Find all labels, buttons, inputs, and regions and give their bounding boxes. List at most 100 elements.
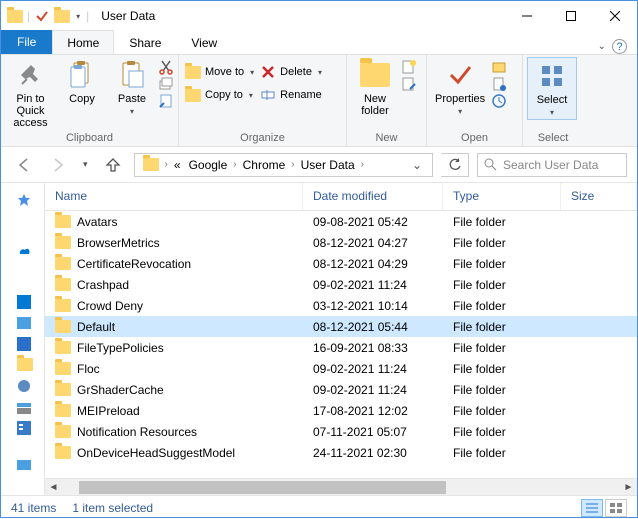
tab-home[interactable]: Home: [52, 30, 114, 54]
crumb-chrome[interactable]: Chrome: [239, 158, 290, 172]
table-row[interactable]: Notification Resources07-11-2021 05:07Fi…: [45, 421, 637, 442]
paste-icon: [116, 59, 148, 91]
chevron-down-icon: ▾: [318, 68, 322, 77]
nav-forward-button[interactable]: [45, 154, 71, 176]
horizontal-scrollbar[interactable]: ◄ ►: [45, 478, 637, 495]
move-to-button[interactable]: Move to▾: [183, 61, 256, 83]
breadcrumb-prefix[interactable]: «: [170, 158, 185, 172]
navpane-item[interactable]: [1, 417, 44, 438]
status-selected-count: 1 item selected: [72, 501, 153, 515]
file-name: MEIPreload: [77, 404, 140, 418]
copy-path-icon[interactable]: [158, 76, 174, 92]
easy-access-icon[interactable]: [401, 76, 417, 92]
scroll-right-icon[interactable]: ►: [620, 479, 637, 496]
minimize-button[interactable]: [505, 1, 549, 31]
table-row[interactable]: Avatars09-08-2021 05:42File folder: [45, 211, 637, 232]
tab-share[interactable]: Share: [114, 30, 176, 54]
chevron-right-icon[interactable]: ›: [231, 159, 238, 170]
open-icon[interactable]: [491, 59, 507, 75]
nav-back-button[interactable]: [11, 154, 37, 176]
file-type: File folder: [443, 215, 561, 229]
navpane-item[interactable]: [1, 291, 44, 312]
navpane-item[interactable]: [1, 354, 44, 375]
table-row[interactable]: Crashpad09-02-2021 11:24File folder: [45, 274, 637, 295]
col-size[interactable]: Size: [561, 183, 637, 210]
navpane-item[interactable]: [1, 396, 44, 417]
navpane-item[interactable]: [1, 240, 44, 261]
edit-icon[interactable]: [491, 76, 507, 92]
scroll-left-icon[interactable]: ◄: [45, 479, 62, 496]
view-icons-button[interactable]: [605, 499, 627, 517]
group-select-label: Select: [527, 131, 579, 146]
properties-button[interactable]: Properties ▾: [431, 57, 489, 118]
table-row[interactable]: Floc09-02-2021 11:24File folder: [45, 358, 637, 379]
select-dropdown-icon[interactable]: ▾: [550, 108, 554, 117]
nav-up-button[interactable]: [100, 154, 126, 176]
navpane-item[interactable]: [1, 375, 44, 396]
chevron-right-icon[interactable]: ›: [163, 159, 170, 170]
table-row[interactable]: GrShaderCache09-02-2021 11:24File folder: [45, 379, 637, 400]
new-folder-button[interactable]: New folder: [351, 57, 399, 119]
new-item-icon[interactable]: [401, 59, 417, 75]
close-button[interactable]: [593, 1, 637, 31]
table-row[interactable]: Crowd Deny03-12-2021 10:14File folder: [45, 295, 637, 316]
qat-dropdown-icon[interactable]: ▾: [74, 12, 82, 21]
copy-button[interactable]: Copy: [58, 57, 106, 107]
qat-properties-icon[interactable]: [34, 8, 50, 24]
rename-button[interactable]: Rename: [258, 84, 324, 106]
file-date: 09-02-2021 11:24: [303, 362, 443, 376]
crumb-google[interactable]: Google: [185, 158, 232, 172]
table-row[interactable]: Default08-12-2021 05:44File folder: [45, 316, 637, 337]
table-row[interactable]: MEIPreload17-08-2021 12:02File folder: [45, 400, 637, 421]
history-icon[interactable]: [491, 93, 507, 109]
folder-icon: [55, 383, 71, 396]
qat-divider: |: [27, 9, 30, 23]
table-row[interactable]: FileTypePolicies16-09-2021 08:33File fol…: [45, 337, 637, 358]
delete-icon: [260, 64, 276, 80]
paste-dropdown-icon[interactable]: ▾: [130, 107, 134, 116]
table-row[interactable]: BrowserMetrics08-12-2021 04:27File folde…: [45, 232, 637, 253]
app-folder-icon: [7, 8, 23, 24]
folder-icon: [55, 299, 71, 312]
navpane-item[interactable]: [1, 333, 44, 354]
maximize-button[interactable]: [549, 1, 593, 31]
search-input[interactable]: Search User Data: [477, 153, 627, 177]
help-icon[interactable]: ?: [612, 39, 627, 54]
col-name[interactable]: Name: [45, 183, 303, 210]
paste-shortcut-icon[interactable]: [158, 93, 174, 109]
group-organize-label: Organize: [183, 131, 342, 146]
view-details-button[interactable]: [581, 499, 603, 517]
chevron-down-icon: ▾: [250, 68, 254, 77]
col-date[interactable]: Date modified: [303, 183, 443, 210]
navpane-item[interactable]: [1, 312, 44, 333]
scroll-thumb[interactable]: [79, 481, 446, 494]
tab-file[interactable]: File: [1, 30, 52, 54]
pin-icon: [15, 59, 47, 91]
chevron-right-icon[interactable]: ›: [359, 159, 366, 170]
pin-quick-access-button[interactable]: Pin to Quick access: [5, 57, 56, 131]
col-type[interactable]: Type: [443, 183, 561, 210]
navpane-item[interactable]: [1, 454, 44, 475]
copy-to-button[interactable]: Copy to▾: [183, 84, 256, 106]
ribbon-collapse-icon[interactable]: ⌄: [598, 41, 606, 52]
chevron-right-icon[interactable]: ›: [289, 159, 296, 170]
select-button[interactable]: Select ▾: [527, 57, 577, 120]
navpane-item[interactable]: [1, 189, 44, 210]
nav-recent-dropdown[interactable]: ▾: [79, 157, 92, 172]
cut-icon[interactable]: [158, 59, 174, 75]
file-name: Avatars: [77, 215, 117, 229]
file-name: Crashpad: [77, 278, 129, 292]
navigation-pane[interactable]: [1, 183, 45, 495]
tab-view[interactable]: View: [176, 30, 232, 54]
new-folder-icon: [359, 59, 391, 91]
table-row[interactable]: CertificateRevocation08-12-2021 04:29Fil…: [45, 253, 637, 274]
delete-button[interactable]: Delete▾: [258, 61, 324, 83]
paste-button[interactable]: Paste ▾: [108, 57, 156, 118]
crumb-userdata[interactable]: User Data: [297, 158, 359, 172]
file-date: 08-12-2021 04:29: [303, 257, 443, 271]
properties-dropdown-icon[interactable]: ▾: [458, 107, 462, 116]
breadcrumb[interactable]: › « Google › Chrome › User Data › ⌄: [134, 153, 433, 177]
address-dropdown-icon[interactable]: ⌄: [406, 158, 428, 172]
table-row[interactable]: OnDeviceHeadSuggestModel24-11-2021 02:30…: [45, 442, 637, 463]
refresh-button[interactable]: [441, 153, 469, 177]
